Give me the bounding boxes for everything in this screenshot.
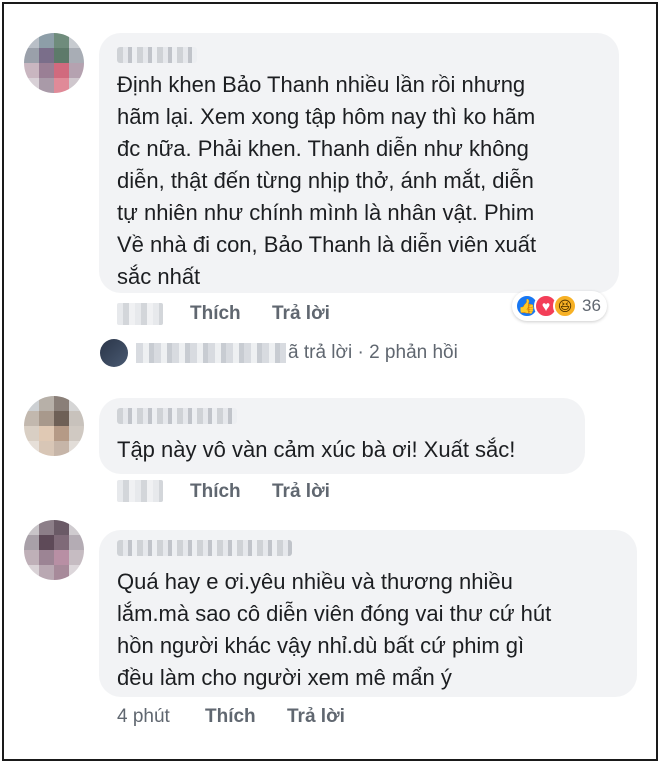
haha-icon: 😆 <box>553 294 577 318</box>
reactions-summary[interactable]: 👍 ♥ 😆 36 <box>512 291 607 321</box>
author-name-blurred[interactable] <box>117 408 237 424</box>
like-button[interactable]: Thích <box>205 706 256 728</box>
view-replies-link[interactable]: ã trả lời · 2 phản hồi <box>100 339 458 367</box>
reply-button[interactable]: Trả lời <box>272 481 330 503</box>
author-name-blurred[interactable] <box>117 47 197 63</box>
comment-bubble: Định khen Bảo Thanh nhiều lần rồi nhưng … <box>99 33 619 293</box>
reply-button[interactable]: Trả lời <box>287 706 345 728</box>
reply-button[interactable]: Trả lời <box>272 303 330 325</box>
timestamp[interactable]: 4 phút <box>117 706 170 728</box>
replies-summary: ã trả lời · 2 phản hồi <box>288 342 458 363</box>
comment-bubble: Quá hay e ơi.yêu nhiều và thương nhiều l… <box>99 530 637 697</box>
timestamp-blurred <box>117 303 163 325</box>
commenter-avatar[interactable] <box>24 520 84 580</box>
comment-text: Quá hay e ơi.yêu nhiều và thương nhiều l… <box>117 569 552 690</box>
comment-text: Tập này vô vàn cảm xúc bà ơi! Xuất sắc! <box>117 437 516 462</box>
comment-bubble: Tập này vô vàn cảm xúc bà ơi! Xuất sắc! <box>99 398 585 474</box>
replier-name-blurred <box>136 343 286 363</box>
replier-avatar <box>100 339 128 367</box>
timestamp-blurred <box>117 480 163 502</box>
commenter-avatar[interactable] <box>24 33 84 93</box>
like-button[interactable]: Thích <box>190 303 241 325</box>
reaction-count: 36 <box>582 296 601 315</box>
commenter-avatar[interactable] <box>24 396 84 456</box>
author-name-blurred[interactable] <box>117 540 292 556</box>
comment-text: Định khen Bảo Thanh nhiều lần rồi nhưng … <box>117 72 537 289</box>
like-button[interactable]: Thích <box>190 481 241 503</box>
